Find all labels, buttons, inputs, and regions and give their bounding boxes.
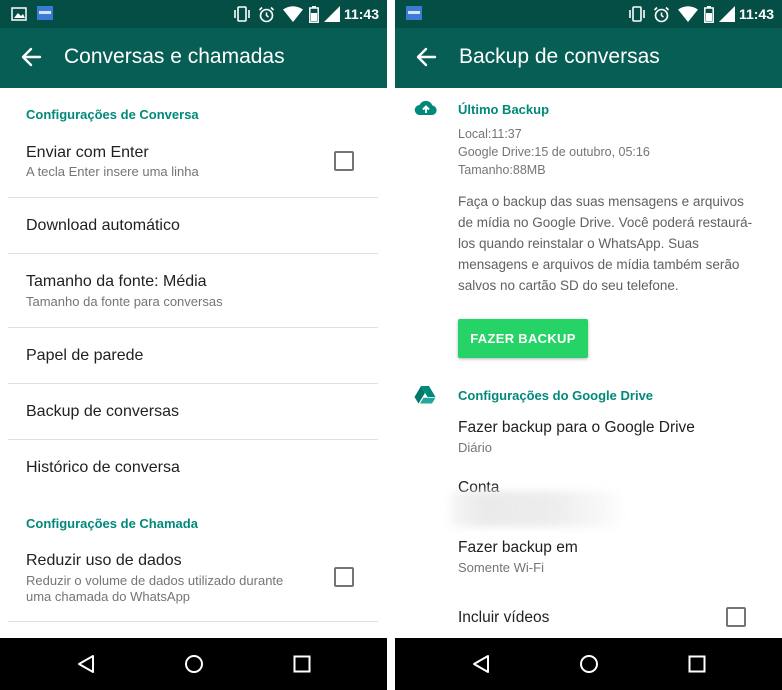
redacted-account bbox=[450, 491, 620, 527]
enter-checkbox[interactable] bbox=[334, 151, 354, 171]
image-icon bbox=[11, 7, 27, 21]
setting-low-data-usage[interactable]: Reduzir uso de dados Reduzir o volume de… bbox=[8, 540, 378, 622]
page-title: Backup de conversas bbox=[459, 45, 660, 68]
last-backup-drive: Google Drive:15 de outubro, 05:16 bbox=[458, 145, 650, 159]
status-bar: 11:43 bbox=[395, 0, 782, 28]
back-arrow-icon[interactable] bbox=[415, 46, 437, 68]
setting-title: Download automático bbox=[26, 217, 180, 234]
setting-title: Tamanho da fonte: Média bbox=[26, 273, 207, 290]
setting-subtitle: A tecla Enter insere uma linha bbox=[26, 164, 199, 179]
status-bar: 11:43 bbox=[0, 0, 387, 28]
status-time: 11:43 bbox=[343, 6, 379, 22]
settings-list: Configurações de Conversa Enviar com Ent… bbox=[0, 88, 387, 638]
setting-value: Somente Wi-Fi bbox=[458, 560, 544, 575]
setting-title: Backup de conversas bbox=[26, 403, 179, 420]
chat-backup-screen: 11:43 Backup de conversas Último Backup … bbox=[395, 0, 782, 690]
setting-send-with-enter[interactable]: Enviar com Enter A tecla Enter insere um… bbox=[8, 132, 378, 198]
setting-title: Incluir vídeos bbox=[458, 609, 550, 626]
battery-icon bbox=[309, 6, 319, 23]
status-time: 11:43 bbox=[738, 6, 774, 22]
battery-icon bbox=[704, 6, 714, 23]
row-divider bbox=[8, 621, 378, 622]
setting-value: Diário bbox=[458, 440, 492, 455]
vibrate-icon bbox=[234, 6, 250, 22]
setting-title: Histórico de conversa bbox=[26, 459, 180, 476]
setting-font-size[interactable]: Tamanho da fonte: Média Tamanho da fonte… bbox=[8, 254, 378, 328]
last-backup-header: Último Backup bbox=[458, 102, 550, 117]
setting-chat-history[interactable]: Histórico de conversa bbox=[8, 440, 378, 496]
setting-title: Fazer backup para o Google Drive bbox=[458, 419, 695, 436]
alarm-icon bbox=[258, 6, 275, 23]
wifi-icon bbox=[283, 6, 303, 22]
setting-subtitle: uma chamada do WhatsApp bbox=[26, 589, 191, 604]
include-videos-checkbox[interactable] bbox=[726, 607, 746, 627]
backup-now-button[interactable]: FAZER BACKUP bbox=[458, 319, 588, 358]
navigation-bar bbox=[395, 638, 782, 690]
setting-auto-download[interactable]: Download automático bbox=[8, 198, 378, 254]
alarm-icon bbox=[653, 6, 670, 23]
chat-settings-screen: 11:43 Conversas e chamadas Configurações… bbox=[0, 0, 387, 690]
setting-title: Enviar com Enter bbox=[26, 144, 149, 161]
wifi-icon bbox=[678, 6, 698, 22]
last-backup-local: Local:11:37 bbox=[458, 127, 522, 141]
app-notification-icon bbox=[37, 6, 53, 20]
recent-apps-icon[interactable] bbox=[687, 654, 707, 674]
setting-subtitle: Reduzir o volume de dados utilizado dura… bbox=[26, 573, 284, 588]
setting-include-videos[interactable]: Incluir vídeos bbox=[395, 602, 782, 638]
setting-chat-backup[interactable]: Backup de conversas bbox=[8, 384, 378, 440]
backup-description: Faça o backup das suas mensagens e arqui… bbox=[458, 194, 753, 293]
back-arrow-icon[interactable] bbox=[20, 46, 42, 68]
app-bar: Conversas e chamadas bbox=[0, 28, 387, 88]
signal-icon bbox=[324, 6, 340, 22]
setting-title: Fazer backup em bbox=[458, 539, 578, 556]
back-triangle-icon[interactable] bbox=[471, 654, 491, 674]
setting-backup-network[interactable]: Fazer backup em Somente Wi-Fi bbox=[395, 534, 782, 584]
setting-backup-frequency[interactable]: Fazer backup para o Google Drive Diário bbox=[395, 414, 782, 462]
backup-content: Último Backup Local:11:37 Google Drive:1… bbox=[395, 88, 782, 638]
vibrate-icon bbox=[629, 6, 645, 22]
section-header-call: Configurações de Chamada bbox=[26, 516, 198, 531]
drive-settings-header: Configurações do Google Drive bbox=[458, 388, 654, 403]
setting-subtitle: Tamanho da fonte para conversas bbox=[26, 294, 223, 309]
recent-apps-icon[interactable] bbox=[292, 654, 312, 674]
home-circle-icon[interactable] bbox=[184, 654, 204, 674]
signal-icon bbox=[719, 6, 735, 22]
setting-title: Reduzir uso de dados bbox=[26, 552, 182, 569]
app-bar: Backup de conversas bbox=[395, 28, 782, 88]
back-triangle-icon[interactable] bbox=[76, 654, 96, 674]
google-drive-icon bbox=[414, 386, 436, 404]
section-header-chat: Configurações de Conversa bbox=[26, 107, 199, 122]
cloud-upload-icon bbox=[414, 100, 437, 116]
home-circle-icon[interactable] bbox=[579, 654, 599, 674]
setting-wallpaper[interactable]: Papel de parede bbox=[8, 328, 378, 384]
navigation-bar bbox=[0, 638, 387, 690]
panel-divider bbox=[387, 0, 395, 690]
last-backup-size: Tamanho:88MB bbox=[458, 163, 546, 177]
low-data-checkbox[interactable] bbox=[334, 567, 354, 587]
app-notification-icon bbox=[406, 6, 422, 20]
page-title: Conversas e chamadas bbox=[64, 45, 285, 68]
setting-title: Papel de parede bbox=[26, 347, 144, 364]
